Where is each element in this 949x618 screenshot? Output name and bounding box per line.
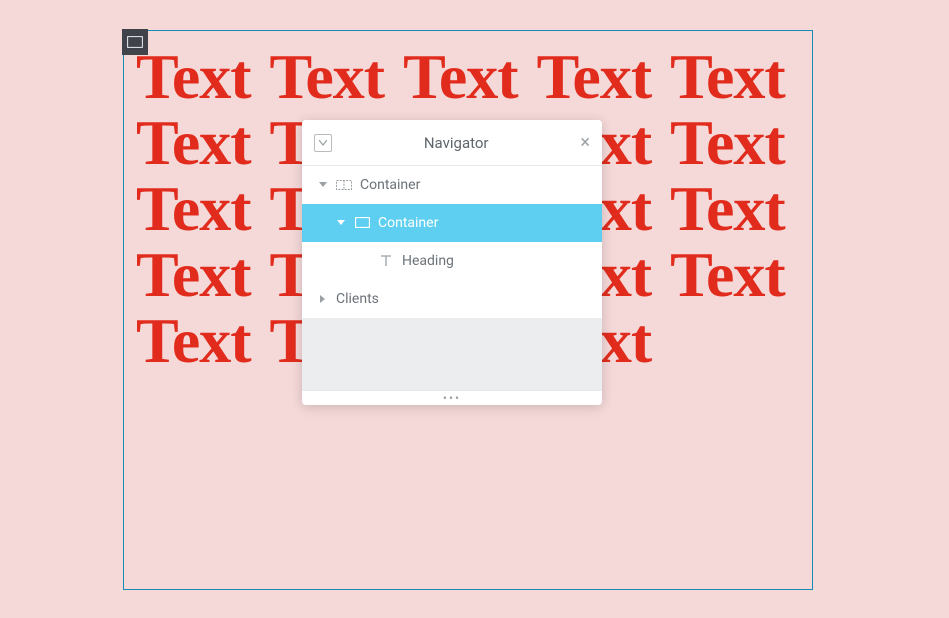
expand-all-button[interactable] <box>314 134 332 152</box>
container-icon <box>127 36 143 48</box>
navigator-title: Navigator <box>332 134 580 152</box>
container-horizontal-icon <box>336 180 352 190</box>
tree-row-clients[interactable]: Clients <box>302 280 602 318</box>
tree-row-label: Clients <box>336 291 602 307</box>
navigator-tree: Container Container Heading Clients <box>302 166 602 318</box>
tree-row-container[interactable]: Container <box>302 204 602 242</box>
tree-row-label: Heading <box>402 253 602 269</box>
close-icon: × <box>580 132 590 153</box>
navigator-header: Navigator × <box>302 120 602 166</box>
close-button[interactable]: × <box>580 134 590 152</box>
chevron-right-icon[interactable] <box>318 295 328 303</box>
chevron-down-icon[interactable] <box>318 182 328 188</box>
tree-row-heading[interactable]: Heading <box>302 242 602 280</box>
chevron-down-icon[interactable] <box>336 220 346 226</box>
resize-handle[interactable]: ••• <box>302 390 602 405</box>
navigator-panel[interactable]: Navigator × Container Container Heading Cli… <box>302 120 602 405</box>
tree-row-label: Container <box>378 215 602 231</box>
heading-icon <box>378 255 394 267</box>
container-handle[interactable] <box>122 29 148 55</box>
tree-row-container[interactable]: Container <box>302 166 602 204</box>
navigator-empty-area <box>302 318 602 390</box>
chevron-down-icon <box>319 140 327 146</box>
drag-dots-icon: ••• <box>443 391 461 405</box>
tree-row-label: Container <box>360 177 602 193</box>
container-icon <box>354 217 370 228</box>
